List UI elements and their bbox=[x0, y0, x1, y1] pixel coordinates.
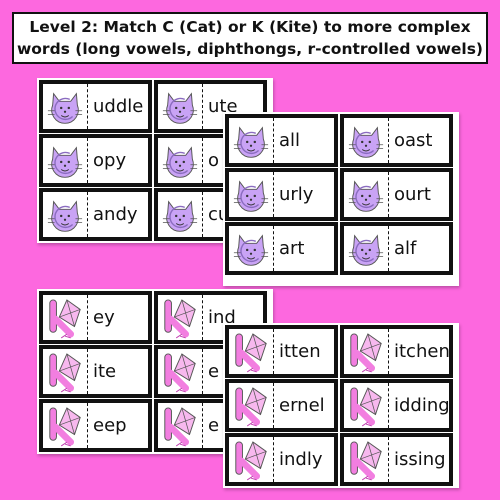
word-ending: itten bbox=[279, 341, 321, 362]
word-ending: o bbox=[208, 150, 220, 171]
word-ending: alf bbox=[394, 238, 417, 259]
word-card: all bbox=[225, 114, 338, 167]
word-card: uddle bbox=[39, 80, 152, 133]
cat-icon bbox=[158, 84, 203, 129]
word-ending: opy bbox=[93, 150, 127, 171]
kite-icon bbox=[229, 437, 274, 482]
word-card: indly bbox=[225, 433, 338, 486]
cat-icon bbox=[158, 138, 203, 183]
cat-icon bbox=[43, 138, 88, 183]
word-card: idding bbox=[340, 379, 453, 432]
kite-icon bbox=[43, 295, 88, 340]
cat-icon bbox=[229, 118, 274, 163]
word-ending: oast bbox=[394, 130, 433, 151]
kite-icon bbox=[229, 329, 274, 374]
cat-icon bbox=[229, 172, 274, 217]
kite-icon bbox=[158, 349, 203, 394]
word-card: ite bbox=[39, 345, 152, 398]
word-ending: art bbox=[279, 238, 305, 259]
title-line-1: Level 2: Match C (Cat) or K (Kite) to mo… bbox=[29, 18, 471, 36]
cat-sheet-front: all oast urly ourt art alf bbox=[223, 112, 459, 286]
word-ending: e bbox=[208, 415, 220, 436]
word-ending: itchen bbox=[394, 341, 450, 362]
cat-icon bbox=[229, 226, 274, 271]
word-ending: ite bbox=[93, 361, 117, 382]
kite-icon bbox=[43, 349, 88, 394]
word-card: urly bbox=[225, 168, 338, 221]
word-card: itten bbox=[225, 325, 338, 378]
kite-icon bbox=[344, 383, 389, 428]
word-card: ourt bbox=[340, 168, 453, 221]
word-ending: andy bbox=[93, 204, 138, 225]
word-card: ernel bbox=[225, 379, 338, 432]
word-ending: issing bbox=[394, 449, 446, 470]
word-ending: urly bbox=[279, 184, 314, 205]
word-ending: ey bbox=[93, 307, 115, 328]
word-ending: e bbox=[208, 361, 220, 382]
cat-icon bbox=[43, 84, 88, 129]
word-ending: indly bbox=[279, 449, 323, 470]
kite-icon bbox=[158, 295, 203, 340]
kite-icon bbox=[344, 329, 389, 374]
cat-icon bbox=[344, 118, 389, 163]
word-ending: uddle bbox=[93, 96, 144, 117]
kite-icon bbox=[43, 403, 88, 448]
kite-icon bbox=[229, 383, 274, 428]
word-ending: all bbox=[279, 130, 301, 151]
word-card: ey bbox=[39, 291, 152, 344]
word-card: alf bbox=[340, 222, 453, 275]
word-ending: ernel bbox=[279, 395, 325, 416]
word-card: oast bbox=[340, 114, 453, 167]
word-ending: eep bbox=[93, 415, 127, 436]
kite-sheet-front: itten itchen ernel idding indly issing bbox=[223, 323, 459, 488]
word-card: itchen bbox=[340, 325, 453, 378]
word-card: eep bbox=[39, 399, 152, 452]
cat-icon bbox=[344, 172, 389, 217]
title-line-2: words (long vowels, diphthongs, r-contro… bbox=[16, 40, 484, 58]
word-card: andy bbox=[39, 188, 152, 241]
cat-icon bbox=[43, 192, 88, 237]
word-ending: ourt bbox=[394, 184, 431, 205]
kite-icon bbox=[158, 403, 203, 448]
word-ending: idding bbox=[394, 395, 450, 416]
word-card: opy bbox=[39, 134, 152, 187]
page-title: Level 2: Match C (Cat) or K (Kite) to mo… bbox=[12, 12, 488, 64]
cat-icon bbox=[158, 192, 203, 237]
word-card: issing bbox=[340, 433, 453, 486]
cat-icon bbox=[344, 226, 389, 271]
word-card: art bbox=[225, 222, 338, 275]
kite-icon bbox=[344, 437, 389, 482]
